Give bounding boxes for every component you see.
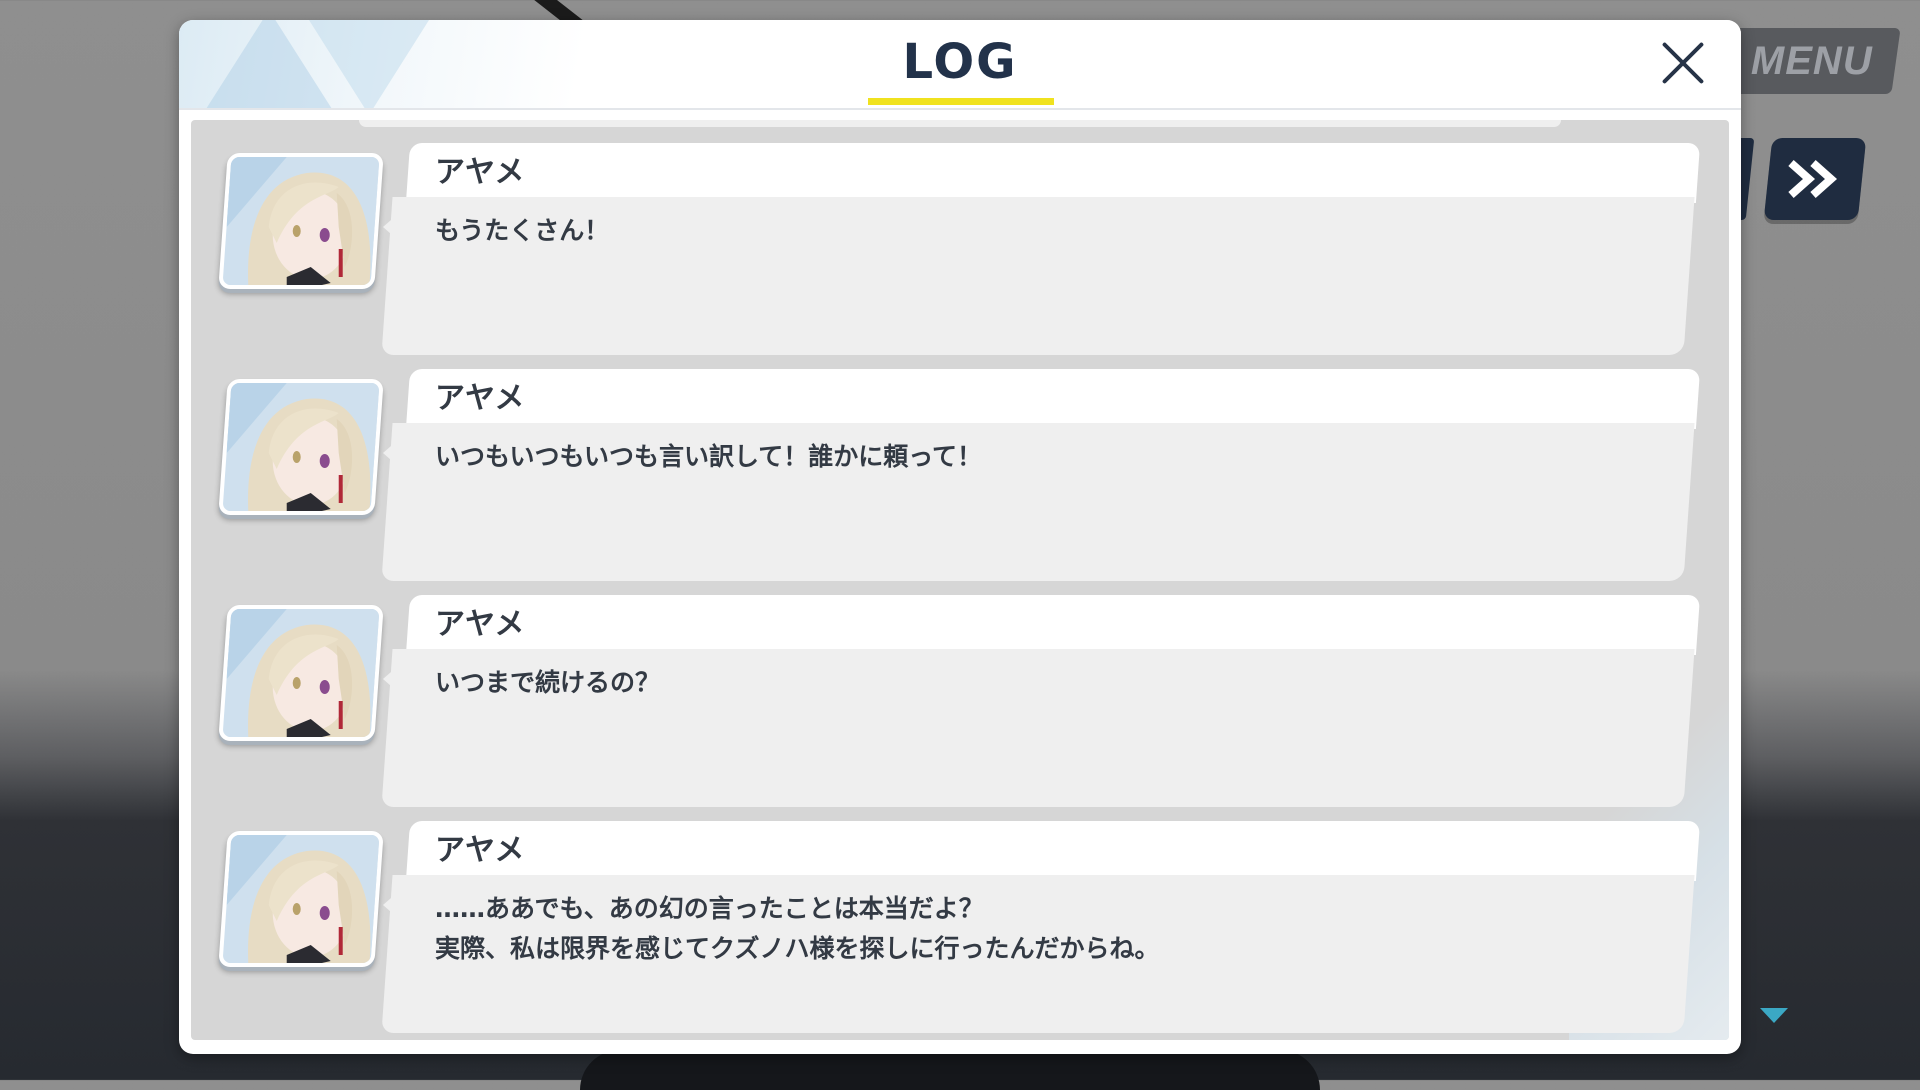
skip-button[interactable] [1763,138,1867,220]
log-list[interactable]: アヤメ もうたくさん！ アヤメ いつもいつもいつも言い訳して！誰かに頼って！ ア… [191,120,1729,1040]
name-bar [405,595,1701,655]
log-header: LOG [179,20,1741,110]
speaker-name: アヤメ [435,381,525,416]
speaker-name: アヤメ [435,607,525,642]
log-entry: アヤメ いつもいつもいつも言い訳して！誰かに頼って！ [191,369,1729,584]
dialogue-text: ……ああでも、あの幻の言ったことは本当だよ？ 実際、私は限界を感じてクズノハ様を… [435,894,1160,963]
speaker-name: アヤメ [435,833,525,868]
log-entry: アヤメ ……ああでも、あの幻の言ったことは本当だよ？ 実際、私は限界を感じてクズ… [191,821,1729,1036]
speaker-avatar [218,831,384,967]
name-bar [405,821,1701,881]
speaker-name: アヤメ [435,155,525,190]
name-bar [405,143,1701,203]
dialogue-text: もうたくさん！ [435,216,610,245]
speaker-avatar [218,153,384,289]
fast-forward-icon [1788,160,1838,198]
dialogue-text: いつまで続けるの？ [435,668,661,697]
dialogue-text: いつもいつもいつも言い訳して！誰かに頼って！ [435,442,983,471]
log-window: LOG アヤメ もうたくさん！ アヤメ いつもいつもいつも言い訳して！誰かに頼っ… [179,20,1741,1054]
name-bar [405,369,1701,429]
previous-entry-edge [359,120,1561,127]
background-silhouette [580,1050,1320,1090]
title-underline [868,98,1054,105]
menu-button-label: MENU [1751,38,1873,83]
log-entry: アヤメ もうたくさん！ [191,143,1729,358]
menu-button[interactable]: MENU [1723,28,1901,94]
speaker-avatar [218,605,384,741]
log-entry: アヤメ いつまで続けるの？ [191,595,1729,810]
log-title: LOG [902,34,1018,90]
close-button[interactable] [1653,32,1713,92]
speaker-avatar [218,379,384,515]
scroll-down-arrow-icon [1760,1008,1788,1023]
